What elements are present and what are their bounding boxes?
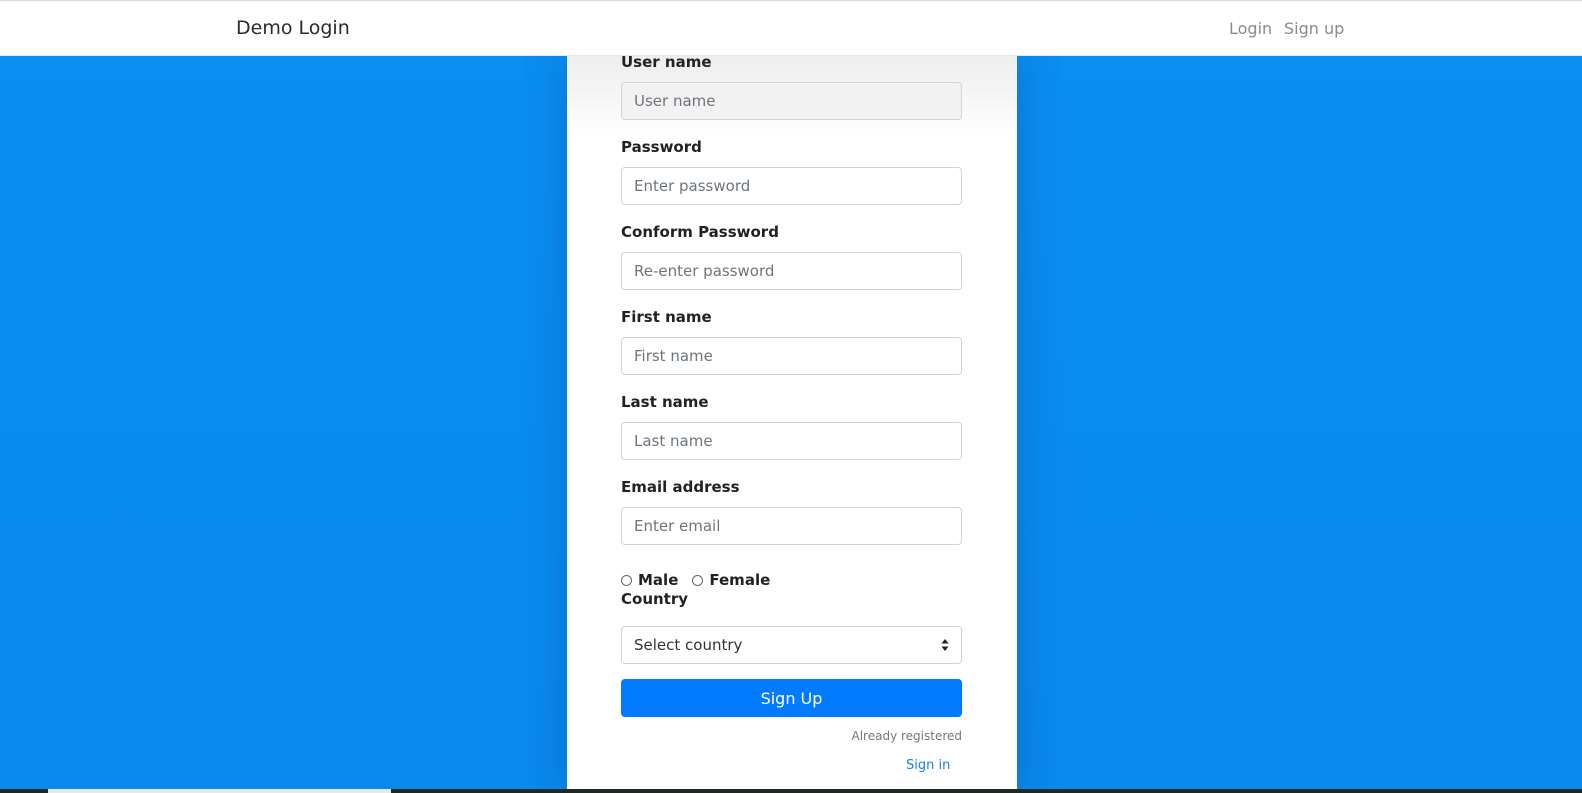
gender-radio-group: Male Female: [621, 570, 784, 590]
password-input[interactable]: [621, 167, 962, 205]
last-name-label: Last name: [621, 393, 709, 411]
first-name-label: First name: [621, 308, 712, 326]
email-input[interactable]: [621, 507, 962, 545]
username-input[interactable]: [621, 82, 962, 120]
confirm-password-input[interactable]: [621, 252, 962, 290]
gender-female-option[interactable]: Female: [692, 571, 770, 589]
brand-title[interactable]: Demo Login: [236, 17, 350, 39]
already-registered-text: Already registered: [851, 729, 963, 743]
password-label: Password: [621, 138, 702, 156]
nav-signup-link[interactable]: Sign up: [1284, 19, 1344, 38]
sign-in-link[interactable]: Sign in: [906, 758, 950, 773]
last-name-input[interactable]: [621, 422, 962, 460]
gender-male-option[interactable]: Male: [621, 571, 678, 589]
country-label: Country: [621, 590, 689, 608]
country-select[interactable]: Select country: [621, 626, 962, 664]
first-name-input[interactable]: [621, 337, 962, 375]
sign-up-button[interactable]: Sign Up: [621, 679, 962, 717]
select-arrows-icon: [941, 639, 949, 651]
female-radio-label: Female: [709, 571, 771, 589]
top-navbar: Demo Login Login Sign up: [0, 0, 1582, 56]
email-label: Email address: [621, 478, 740, 496]
country-select-value: Select country: [634, 636, 743, 654]
taskbar-active-window[interactable]: [48, 789, 391, 793]
female-radio-button[interactable]: [692, 574, 704, 586]
confirm-password-label: Conform Password: [621, 223, 779, 241]
male-radio-button[interactable]: [621, 574, 632, 586]
male-radio-label: Male: [638, 571, 679, 589]
nav-login-link[interactable]: Login: [1229, 19, 1272, 38]
os-taskbar: [0, 789, 1582, 793]
signup-form-card: User name Password Conform Password Firs…: [567, 53, 1017, 793]
